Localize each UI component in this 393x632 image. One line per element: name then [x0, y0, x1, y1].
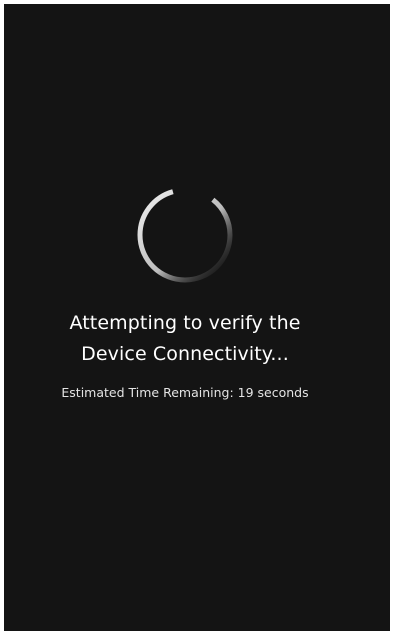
estimated-time-remaining: Estimated Time Remaining: 19 seconds: [61, 385, 309, 400]
loading-screen: Attempting to verify the Device Connecti…: [4, 4, 390, 631]
loading-spinner-icon: [135, 185, 235, 285]
loading-title-line-1: Attempting to verify the: [69, 312, 301, 334]
loading-title-line-2: Device Connectivity...: [81, 343, 289, 365]
loading-title: Attempting to verify the Device Connecti…: [4, 308, 366, 370]
